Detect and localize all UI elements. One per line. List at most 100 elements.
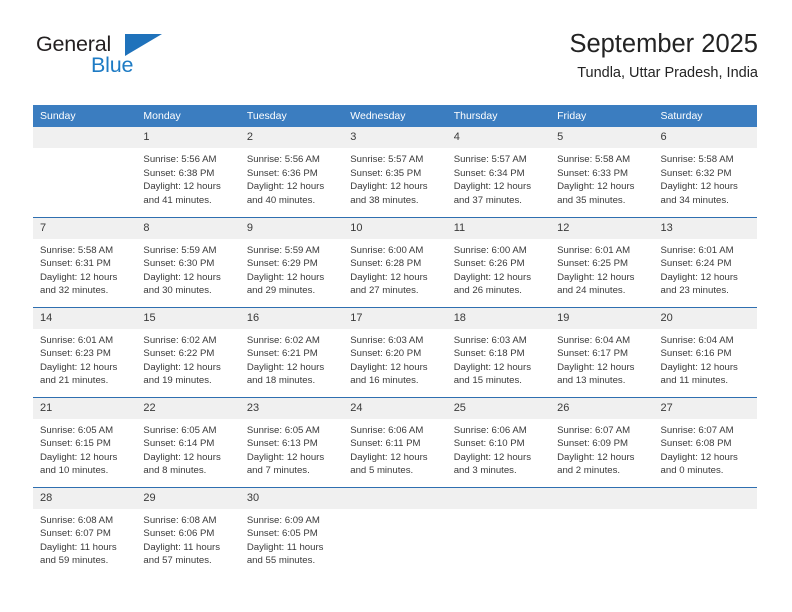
day-sunrise: Sunrise: 6:02 AM: [143, 334, 217, 346]
calendar-day-cell[interactable]: 6 Sunrise: 5:58 AM Sunset: 6:32 PM Daylight…: [653, 127, 757, 217]
calendar-day-cell[interactable]: 10 Sunrise: 6:00 AM Sunset: 6:28 PM Dayligh…: [343, 216, 447, 307]
day-number: 14: [33, 307, 137, 329]
day-details: Sunrise: 6:05 AM Sunset: 6:13 PM Daylight:…: [240, 419, 343, 478]
day-sunset: Sunset: 6:05 PM: [246, 528, 318, 540]
calendar-day-cell[interactable]: 1 Sunrise: 5:56 AM Sunset: 6:38 PM Daylight…: [136, 127, 240, 217]
calendar-day-cell-empty: [653, 486, 757, 577]
calendar-day-cell[interactable]: 5 Sunrise: 5:58 AM Sunset: 6:33 PM Daylight…: [550, 127, 654, 217]
day-sunset: Sunset: 6:15 PM: [40, 438, 111, 450]
day-details: Sunrise: 6:01 AM Sunset: 6:25 PM Daylight:…: [550, 239, 653, 298]
day-sunrise: Sunrise: 6:05 AM: [246, 424, 320, 436]
page-subtitle: Tundla, Uttar Pradesh, India: [577, 65, 758, 81]
day-sunset: Sunset: 6:06 PM: [143, 528, 215, 540]
calendar-day-cell-empty: [343, 486, 447, 577]
day-details: Sunrise: 5:56 AM Sunset: 6:38 PM Daylight:…: [136, 148, 239, 207]
calendar-day-cell[interactable]: 26 Sunrise: 6:07 AM Sunset: 6:09 PM Dayligh…: [550, 396, 654, 487]
day-sunset: Sunset: 6:20 PM: [350, 348, 422, 360]
day-details: Sunrise: 5:58 AM Sunset: 6:31 PM Daylight:…: [33, 239, 136, 298]
day-number: 17: [343, 307, 447, 329]
day-daylight-line2: and 5 minutes.: [350, 465, 414, 477]
day-sunset: Sunset: 6:13 PM: [246, 438, 318, 450]
day-daylight-line1: Daylight: 12 hours: [453, 361, 532, 373]
calendar-header-row: Sunday Monday Tuesday Wednesday Thursday Frid…: [33, 105, 757, 127]
day-sunset: Sunset: 6:38 PM: [143, 167, 215, 179]
day-details: Sunrise: 5:59 AM Sunset: 6:29 PM Daylight:…: [240, 239, 343, 298]
calendar-day-cell[interactable]: 23 Sunrise: 6:05 AM Sunset: 6:13 PM Dayligh…: [239, 396, 344, 487]
general-blue-logo[interactable]: General Blue: [34, 32, 234, 88]
day-sunrise: Sunrise: 6:00 AM: [453, 244, 527, 256]
day-sunset: Sunset: 6:17 PM: [557, 348, 629, 360]
calendar-day-cell[interactable]: 27 Sunrise: 6:07 AM Sunset: 6:08 PM Dayligh…: [653, 396, 757, 487]
day-daylight-line1: Daylight: 12 hours: [143, 271, 221, 283]
day-details: Sunrise: 6:07 AM Sunset: 6:09 PM Daylight:…: [550, 419, 653, 478]
day-daylight-line1: Daylight: 12 hours: [453, 271, 532, 283]
day-number: 7: [33, 217, 137, 239]
day-daylight-line1: Daylight: 12 hours: [350, 451, 428, 463]
day-sunset: Sunset: 6:28 PM: [350, 258, 422, 270]
day-daylight-line1: Daylight: 12 hours: [557, 451, 635, 463]
day-sunset: Sunset: 6:31 PM: [40, 258, 111, 270]
calendar-page: General Blue September 2025 Tundla, Utta…: [0, 0, 792, 612]
day-daylight-line1: Daylight: 12 hours: [143, 181, 221, 193]
calendar-day-cell[interactable]: 15 Sunrise: 6:02 AM Sunset: 6:22 PM Dayligh…: [136, 306, 240, 397]
day-details: Sunrise: 6:07 AM Sunset: 6:08 PM Daylight:…: [654, 419, 757, 478]
day-daylight-line2: and 26 minutes.: [453, 285, 522, 297]
day-number: 5: [550, 127, 654, 148]
day-daylight-line1: Daylight: 12 hours: [246, 361, 325, 373]
day-sunrise: Sunrise: 6:05 AM: [40, 424, 114, 436]
calendar-day-cell[interactable]: 3 Sunrise: 5:57 AM Sunset: 6:35 PM Daylight…: [343, 127, 447, 217]
day-daylight-line2: and 40 minutes.: [246, 194, 316, 206]
calendar-day-cell[interactable]: 22 Sunrise: 6:05 AM Sunset: 6:14 PM Dayligh…: [136, 396, 240, 487]
day-details: Sunrise: 6:01 AM Sunset: 6:24 PM Daylight:…: [654, 239, 757, 298]
calendar-day-cell[interactable]: 20 Sunrise: 6:04 AM Sunset: 6:16 PM Dayligh…: [653, 306, 757, 397]
calendar-day-cell[interactable]: 2 Sunrise: 5:56 AM Sunset: 6:36 PM Daylight…: [239, 127, 344, 217]
day-daylight-line1: Daylight: 12 hours: [660, 271, 738, 283]
day-details: Sunrise: 6:08 AM Sunset: 6:07 PM Daylight:…: [33, 509, 136, 568]
day-sunset: Sunset: 6:35 PM: [350, 167, 422, 179]
calendar-day-cell[interactable]: 30 Sunrise: 6:09 AM Sunset: 6:05 PM Dayligh…: [239, 486, 344, 577]
calendar-day-cell[interactable]: 8 Sunrise: 5:59 AM Sunset: 6:30 PM Daylight…: [136, 216, 240, 307]
day-details: Sunrise: 6:04 AM Sunset: 6:16 PM Daylight:…: [654, 329, 757, 388]
day-sunrise: Sunrise: 6:05 AM: [143, 424, 217, 436]
day-number: 11: [446, 217, 551, 239]
calendar-day-cell[interactable]: 24 Sunrise: 6:06 AM Sunset: 6:11 PM Dayligh…: [343, 396, 447, 487]
day-sunrise: Sunrise: 6:07 AM: [557, 424, 631, 436]
day-number: 9: [239, 217, 344, 239]
day-details: Sunrise: 6:01 AM Sunset: 6:23 PM Daylight:…: [33, 329, 136, 388]
day-daylight-line2: and 15 minutes.: [453, 375, 522, 387]
day-sunrise: Sunrise: 6:04 AM: [557, 334, 631, 346]
weekday-header-saturday: Saturday: [653, 105, 757, 127]
day-daylight-line1: Daylight: 12 hours: [350, 271, 428, 283]
calendar-day-cell[interactable]: 18 Sunrise: 6:03 AM Sunset: 6:18 PM Dayligh…: [446, 306, 551, 397]
calendar-day-cell[interactable]: 19 Sunrise: 6:04 AM Sunset: 6:17 PM Dayligh…: [550, 306, 654, 397]
calendar-day-cell[interactable]: 11 Sunrise: 6:00 AM Sunset: 6:26 PM Dayligh…: [446, 216, 551, 307]
calendar-day-cell[interactable]: 13 Sunrise: 6:01 AM Sunset: 6:24 PM Dayligh…: [653, 216, 757, 307]
calendar-day-cell[interactable]: 4 Sunrise: 5:57 AM Sunset: 6:34 PM Daylight…: [446, 127, 551, 217]
calendar-day-cell[interactable]: 25 Sunrise: 6:06 AM Sunset: 6:10 PM Dayligh…: [446, 396, 551, 487]
day-sunset: Sunset: 6:33 PM: [557, 167, 629, 179]
day-daylight-line1: Daylight: 12 hours: [246, 181, 325, 193]
calendar-day-cell[interactable]: 16 Sunrise: 6:02 AM Sunset: 6:21 PM Dayligh…: [239, 306, 344, 397]
day-number: 29: [136, 487, 240, 509]
calendar-day-cell[interactable]: 12 Sunrise: 6:01 AM Sunset: 6:25 PM Dayligh…: [550, 216, 654, 307]
calendar-day-cell[interactable]: 17 Sunrise: 6:03 AM Sunset: 6:20 PM Dayligh…: [343, 306, 447, 397]
day-sunrise: Sunrise: 6:08 AM: [143, 514, 217, 526]
day-daylight-line2: and 18 minutes.: [246, 375, 316, 387]
calendar-day-cell[interactable]: 9 Sunrise: 5:59 AM Sunset: 6:29 PM Daylight…: [239, 216, 344, 307]
day-daylight-line1: Daylight: 12 hours: [246, 451, 325, 463]
day-number: 25: [446, 397, 551, 419]
day-daylight-line1: Daylight: 12 hours: [557, 181, 635, 193]
day-sunset: Sunset: 6:26 PM: [453, 258, 525, 270]
calendar-day-cell[interactable]: 7 Sunrise: 5:58 AM Sunset: 6:31 PM Daylight…: [33, 216, 137, 307]
calendar-day-cell[interactable]: 28 Sunrise: 6:08 AM Sunset: 6:07 PM Dayligh…: [33, 486, 137, 577]
day-daylight-line1: Daylight: 12 hours: [350, 181, 428, 193]
calendar-day-cell[interactable]: 14 Sunrise: 6:01 AM Sunset: 6:23 PM Dayligh…: [33, 306, 137, 397]
day-daylight-line1: Daylight: 12 hours: [660, 181, 738, 193]
calendar-day-cell[interactable]: 29 Sunrise: 6:08 AM Sunset: 6:06 PM Dayligh…: [136, 486, 240, 577]
calendar-day-cell[interactable]: 21 Sunrise: 6:05 AM Sunset: 6:15 PM Dayligh…: [33, 396, 137, 487]
day-number: 4: [446, 127, 551, 148]
day-daylight-line1: Daylight: 12 hours: [453, 451, 532, 463]
day-sunrise: Sunrise: 5:59 AM: [143, 244, 217, 256]
day-daylight-line2: and 38 minutes.: [350, 194, 419, 206]
day-daylight-line2: and 55 minutes.: [246, 555, 316, 567]
